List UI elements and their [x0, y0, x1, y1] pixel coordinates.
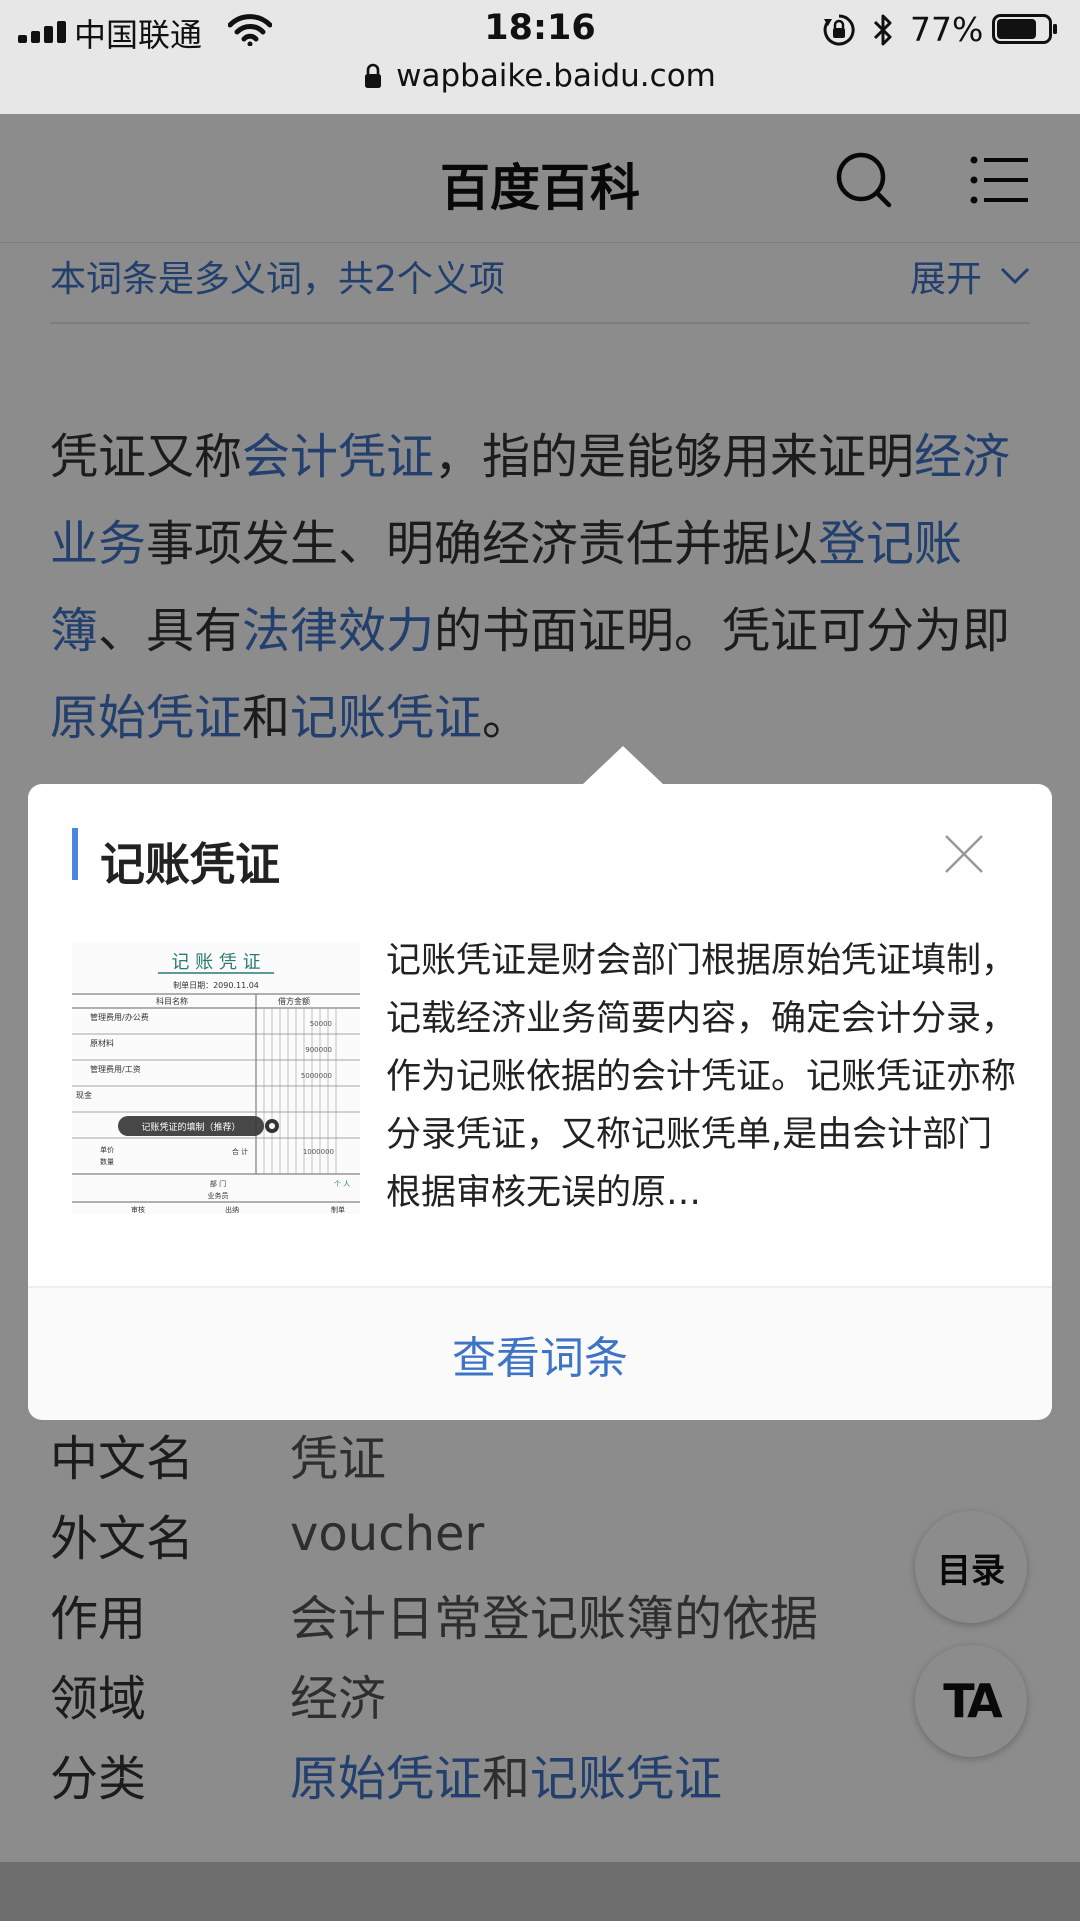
status-bar: 中国联通 18:16 77% [0, 0, 1080, 58]
thumb-row-1: 管理费用/办公费 [90, 1012, 149, 1022]
thumb-row-4: 现金 [76, 1090, 92, 1100]
thumb-col-debit: 借方金额 [278, 996, 310, 1006]
thumb-col-account: 科目名称 [156, 996, 188, 1006]
popup-pointer [583, 746, 663, 784]
view-entry-button[interactable]: 查看词条 [452, 1322, 628, 1386]
thumb-footer-cashier: 出纳 [225, 1205, 239, 1214]
thumb-person: 个 人 [334, 1180, 350, 1188]
term-preview-popup: 记账凭证 记 账 凭 证 制单日期：2090.11.04 科目名称 借方金额 管… [28, 746, 1052, 1420]
bottom-strip [0, 1862, 1080, 1921]
popup-title: 记账凭证 [100, 838, 281, 891]
voucher-thumbnail[interactable]: 记 账 凭 证 制单日期：2090.11.04 科目名称 借方金额 管理费用/办… [72, 942, 360, 1214]
thumb-total: 合 计 [232, 1147, 248, 1156]
popup-footer: 查看词条 [28, 1286, 1052, 1420]
popup-description: 记账凭证是财会部门根据原始凭证填制，记载经济业务简要内容，确定会计分录，作为记账… [386, 941, 1017, 1213]
thumb-footer-prepared: 制单 [331, 1205, 345, 1214]
thumb-dept: 部 门 [210, 1179, 226, 1188]
thumb-amount-1: 50000 [310, 1020, 332, 1028]
thumb-amount-3: 5000000 [301, 1072, 332, 1080]
padlock-icon [365, 63, 382, 88]
thumb-play-label: 记账凭证的填制（推荐） [141, 1121, 240, 1133]
title-accent-bar [72, 828, 78, 880]
battery-icon [992, 14, 1057, 44]
close-icon[interactable] [942, 832, 986, 876]
thumb-quantity: 数量 [100, 1157, 114, 1166]
rotation-lock-icon [823, 14, 855, 46]
thumb-amount-2: 900000 [305, 1046, 332, 1054]
thumb-total-amount: 1000000 [303, 1148, 334, 1156]
url-text: wapbaike.baidu.com [396, 58, 716, 94]
thumb-row-2: 原材料 [90, 1038, 114, 1048]
thumb-footer-review: 审核 [131, 1205, 145, 1214]
thumb-salesperson: 业务员 [208, 1191, 229, 1200]
thumb-row-3: 管理费用/工资 [90, 1064, 141, 1074]
battery-percent: 77% [910, 10, 984, 49]
address-bar[interactable]: wapbaike.baidu.com [0, 58, 1080, 114]
thumb-date: 制单日期：2090.11.04 [173, 980, 259, 990]
thumb-heading: 记 账 凭 证 [171, 952, 260, 973]
thumb-unit-price: 单价 [100, 1145, 114, 1154]
bluetooth-icon [873, 14, 892, 46]
